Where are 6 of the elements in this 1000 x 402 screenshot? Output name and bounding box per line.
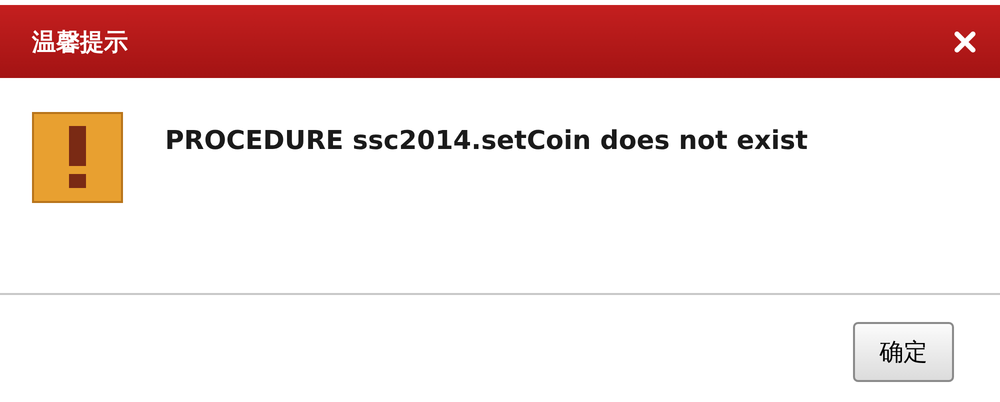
close-button[interactable] [952,28,978,54]
confirm-button[interactable]: 确定 [853,322,954,382]
error-message: PROCEDURE ssc2014.setCoin does not exist [165,125,808,158]
close-icon [954,30,976,52]
warning-icon [32,112,123,203]
window-title: 温馨提示 [32,26,128,58]
